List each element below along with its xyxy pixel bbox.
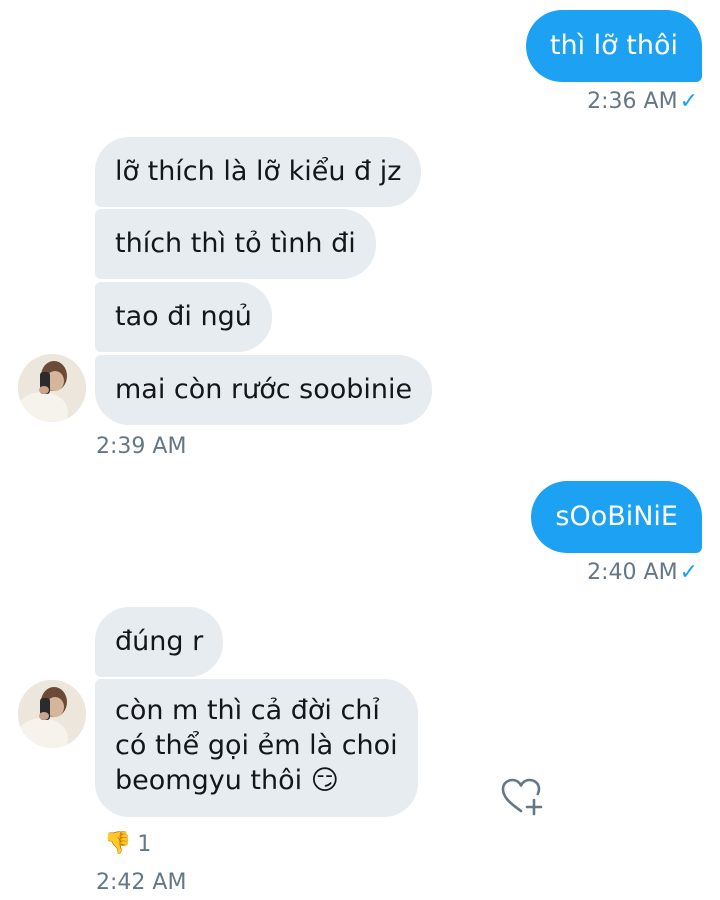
thumbs-down-icon: 👎 [104, 831, 132, 856]
check-icon: ✓ [679, 560, 698, 585]
message-text: lỡ thích là lỡ kiểu đ jz [115, 156, 402, 187]
reaction-badge[interactable]: 👎 1 [104, 829, 151, 859]
conversation-thread: thì lỡ thôi 2:36 AM✓ lỡ thích là lỡ kiểu… [0, 0, 720, 900]
message-timestamp: 2:39 AM [96, 434, 186, 459]
message-line: có thể gọi ẻm là choi [115, 730, 398, 761]
message-text: sOoBiNiE [555, 501, 678, 532]
check-icon: ✓ [679, 89, 698, 114]
avatar[interactable] [18, 680, 86, 748]
received-message[interactable]: đúng r [95, 607, 224, 677]
timestamp-text: 2:42 AM [96, 870, 187, 895]
message-timestamp: 2:40 AM✓ [587, 560, 698, 585]
message-text: mai còn rước soobinie [115, 374, 413, 405]
received-message[interactable]: lỡ thích là lỡ kiểu đ jz [95, 137, 422, 207]
message-line: còn m thì cả đời chỉ [115, 695, 380, 726]
received-message[interactable]: mai còn rước soobinie [95, 355, 433, 425]
received-message[interactable]: còn m thì cả đời chỉ có thể gọi ẻm là ch… [95, 679, 418, 817]
message-timestamp: 2:36 AM✓ [587, 89, 698, 114]
message-text: tao đi ngủ [115, 301, 252, 332]
avatar-photo [18, 680, 86, 748]
message-line: beomgyu thôi 😏 [115, 763, 398, 798]
sent-message[interactable]: sOoBiNiE [531, 481, 702, 553]
avatar-photo [18, 354, 86, 422]
received-message[interactable]: tao đi ngủ [95, 282, 272, 352]
smirk-emoji: 😏 [310, 765, 339, 796]
heart-plus-icon [501, 778, 543, 816]
message-text: beomgyu thôi [115, 765, 303, 796]
message-text: thì lỡ thôi [549, 30, 678, 61]
timestamp-text: 2:40 AM [587, 560, 678, 585]
avatar[interactable] [18, 354, 86, 422]
message-text: đúng r [115, 626, 204, 657]
timestamp-text: 2:36 AM [587, 89, 678, 114]
message-text: thích thì tỏ tình đi [115, 228, 356, 259]
received-message[interactable]: thích thì tỏ tình đi [95, 209, 376, 279]
timestamp-text: 2:39 AM [96, 434, 187, 459]
reaction-count: 1 [137, 831, 152, 857]
add-reaction-button[interactable] [500, 777, 544, 821]
message-timestamp: 2:42 AM [96, 870, 186, 895]
sent-message[interactable]: thì lỡ thôi [525, 10, 702, 82]
